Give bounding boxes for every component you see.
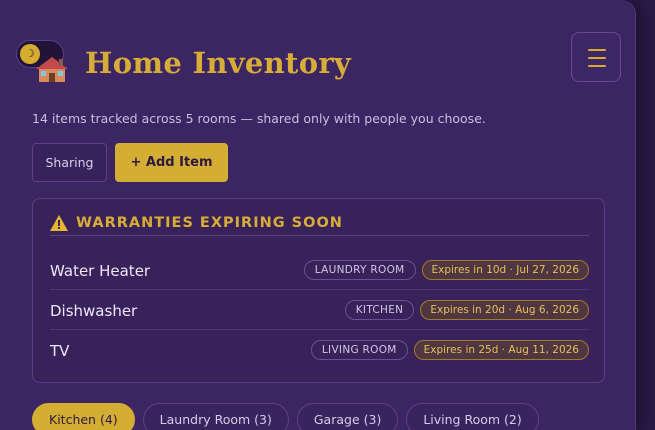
- item-name: Dishwasher: [50, 302, 138, 320]
- sharing-button[interactable]: Sharing: [32, 143, 107, 182]
- house-icon: [36, 57, 68, 82]
- warranty-row[interactable]: Dishwasher KITCHEN Expires in 20d · Aug …: [50, 290, 589, 330]
- menu-button[interactable]: [571, 32, 621, 82]
- warning-icon: [50, 214, 68, 231]
- room-chip-kitchen[interactable]: Kitchen (4): [32, 403, 135, 430]
- expiry-badge: Expires in 25d · Aug 11, 2026: [413, 340, 589, 360]
- warranty-row[interactable]: Water Heater LAUNDRY ROOM Expires in 10d…: [50, 250, 589, 290]
- page-title: Home Inventory: [85, 46, 352, 80]
- room-chip-garage[interactable]: Garage (3): [296, 403, 399, 430]
- room-tag: LAUNDRY ROOM: [303, 260, 416, 280]
- room-tag: KITCHEN: [344, 300, 415, 320]
- expiry-badge: Expires in 20d · Aug 6, 2026: [420, 300, 589, 320]
- room-chip-living-room[interactable]: Living Room (2): [406, 403, 539, 430]
- room-tag: LIVING ROOM: [310, 340, 408, 360]
- room-chip-laundry-room[interactable]: Laundry Room (3): [142, 403, 289, 430]
- warranty-row[interactable]: TV LIVING ROOM Expires in 25d · Aug 11, …: [50, 330, 589, 370]
- row-tags: LIVING ROOM Expires in 25d · Aug 11, 202…: [310, 340, 589, 360]
- warranty-heading: WARRANTIES EXPIRING SOON: [76, 214, 343, 231]
- item-name: Water Heater: [50, 262, 151, 280]
- inventory-summary: 14 items tracked across 5 rooms — shared…: [32, 111, 486, 126]
- warranty-header: WARRANTIES EXPIRING SOON: [50, 210, 589, 236]
- add-item-button[interactable]: + Add Item: [115, 143, 228, 182]
- main-panel: ☽ Home Inventory 14 items tracked across…: [0, 0, 636, 430]
- item-name: TV: [50, 342, 70, 360]
- expiry-badge: Expires in 10d · Jul 27, 2026: [421, 260, 589, 280]
- hamburger-icon: [588, 49, 606, 51]
- row-tags: LAUNDRY ROOM Expires in 10d · Jul 27, 20…: [303, 260, 589, 280]
- room-filter-chips: Kitchen (4) Laundry Room (3) Garage (3) …: [32, 403, 539, 430]
- row-tags: KITCHEN Expires in 20d · Aug 6, 2026: [344, 300, 589, 320]
- warranty-section: WARRANTIES EXPIRING SOON Water Heater LA…: [32, 198, 605, 383]
